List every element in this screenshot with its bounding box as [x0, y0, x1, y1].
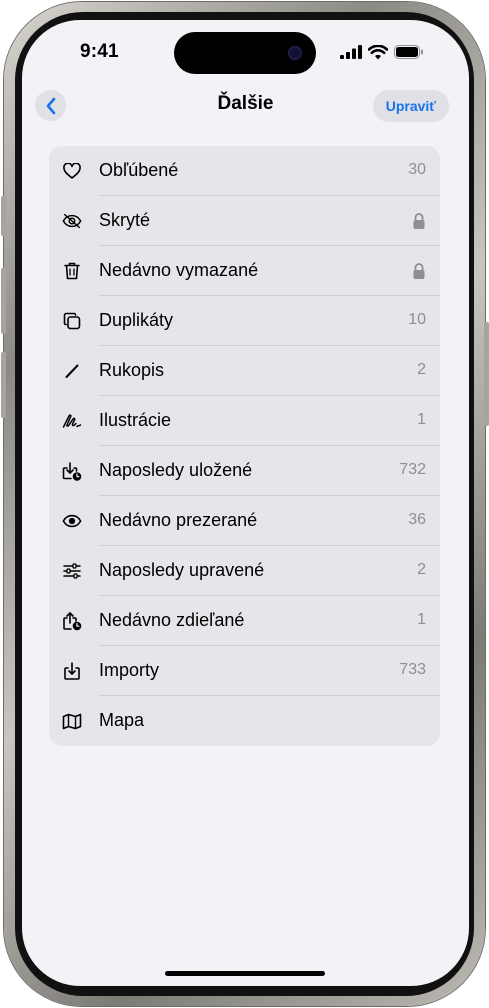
scribble-icon: [62, 411, 82, 431]
volume-up-button: [1, 268, 6, 334]
saved-download-icon: [62, 461, 82, 481]
sliders-icon: [62, 561, 82, 581]
list-item-count: 1: [417, 411, 426, 428]
list-item-label: Ilustrácie: [99, 410, 172, 430]
list-item-label: Mapa: [99, 710, 145, 730]
action-button: [1, 196, 6, 236]
screen: 9:41 Ďalšie Upraviť Obľúbené 30 Skryté N…: [22, 20, 469, 986]
utilities-list: Obľúbené 30 Skryté Nedávno vymazané Dupl…: [49, 146, 440, 746]
list-item-label: Duplikáty: [99, 310, 174, 330]
edit-button[interactable]: Upraviť: [372, 90, 449, 122]
navigation-bar: Ďalšie Upraviť: [22, 84, 469, 128]
list-item-label: Importy: [99, 660, 160, 680]
eye-icon: [62, 511, 82, 531]
list-item-label: Naposledy uložené: [99, 460, 253, 480]
list-item-handwriting[interactable]: Rukopis 2: [49, 346, 440, 396]
dynamic-island: [174, 32, 316, 74]
eye-slash-icon: [62, 211, 82, 231]
front-camera: [288, 46, 302, 60]
list-item-label: Nedávno zdieľané: [99, 610, 245, 630]
list-item-recently-edited[interactable]: Naposledy upravené 2: [49, 546, 440, 596]
share-clock-icon: [62, 611, 82, 631]
list-item-count: 10: [408, 311, 426, 328]
map-icon: [62, 711, 82, 731]
list-item-label: Nedávno prezerané: [99, 510, 258, 530]
pen-icon: [62, 361, 82, 381]
list-item-label: Skryté: [99, 210, 151, 230]
list-item-count: 2: [417, 361, 426, 378]
list-item-favorites[interactable]: Obľúbené 30: [49, 146, 440, 196]
list-item-label: Nedávno vymazané: [99, 260, 259, 280]
list-item-count: 733: [399, 661, 426, 678]
list-item-label: Rukopis: [99, 360, 165, 380]
list-item-illustrations[interactable]: Ilustrácie 1: [49, 396, 440, 446]
duplicate-icon: [62, 311, 82, 331]
trash-icon: [62, 261, 82, 281]
signal-icon: [340, 45, 362, 59]
status-bar: 9:41: [22, 20, 469, 82]
volume-down-button: [1, 352, 6, 418]
list-item-map[interactable]: Mapa: [49, 696, 440, 746]
list-item-recently-shared[interactable]: Nedávno zdieľané 1: [49, 596, 440, 646]
power-button: [484, 322, 489, 426]
lock-icon: [413, 263, 425, 279]
list-item-count: 2: [417, 561, 426, 578]
heart-icon: [62, 161, 82, 181]
list-item-count: 1: [417, 611, 426, 628]
list-item-hidden[interactable]: Skryté: [49, 196, 440, 246]
home-indicator[interactable]: [165, 971, 325, 976]
list-item-recently-viewed[interactable]: Nedávno prezerané 36: [49, 496, 440, 546]
status-time: 9:41: [80, 41, 119, 62]
list-item-count: 36: [408, 511, 426, 528]
list-item-count: 732: [399, 461, 426, 478]
wifi-icon: [368, 44, 388, 59]
list-item-label: Obľúbené: [99, 160, 179, 180]
lock-icon: [413, 213, 425, 229]
status-icons: [340, 44, 424, 60]
list-item-label: Naposledy upravené: [99, 560, 265, 580]
list-item-recently-saved[interactable]: Naposledy uložené 732: [49, 446, 440, 496]
battery-icon: [394, 45, 423, 59]
list-item-imports[interactable]: Importy 733: [49, 646, 440, 696]
list-item-recently-deleted[interactable]: Nedávno vymazané: [49, 246, 440, 296]
list-item-duplicates[interactable]: Duplikáty 10: [49, 296, 440, 346]
import-icon: [62, 661, 82, 681]
list-item-count: 30: [408, 161, 426, 178]
